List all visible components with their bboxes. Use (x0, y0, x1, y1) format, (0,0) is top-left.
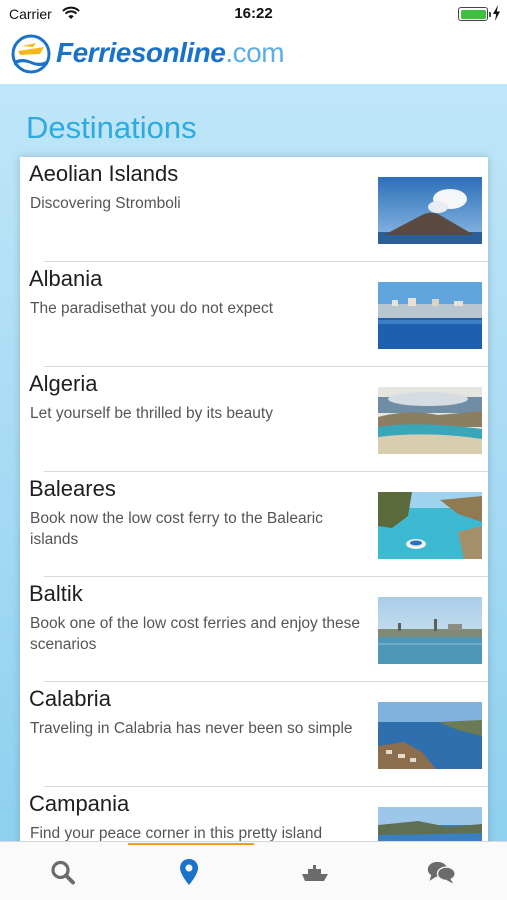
app-header: Ferriesonline.com (0, 28, 507, 84)
logo-bold-text: Ferriesonline (56, 37, 226, 68)
destination-title: Campania (29, 791, 130, 816)
destinations-list: Aeolian Islands Discovering Stromboli Al… (20, 157, 488, 841)
cove-boat-photo (378, 492, 482, 559)
destination-title: Calabria (29, 686, 111, 711)
destination-item-baltik[interactable]: Baltik Book one of the low cost ferries … (20, 577, 488, 682)
tab-chat[interactable] (426, 858, 456, 886)
logo-wordmark: Ferriesonline.com (56, 37, 285, 69)
destination-item-algeria[interactable]: Algeria Let yourself be thrilled by its … (20, 367, 488, 472)
destination-title: Algeria (29, 371, 98, 396)
cliff-coast-photo (378, 702, 482, 769)
charging-bolt-icon (493, 5, 500, 21)
page-title: Destinations (26, 110, 197, 145)
island-coast-photo (378, 807, 482, 841)
destination-title: Aeolian Islands (29, 161, 179, 186)
destination-item-calabria[interactable]: Calabria Traveling in Calabria has never… (20, 682, 488, 787)
destination-item-campania[interactable]: Campania Find your peace corner in this … (20, 787, 488, 841)
destination-item-albania[interactable]: Albania The paradisethat you do not expe… (20, 262, 488, 367)
destination-item-aeolian-islands[interactable]: Aeolian Islands Discovering Stromboli (20, 157, 488, 262)
tab-destinations[interactable] (174, 858, 204, 886)
destination-title: Baleares (29, 476, 116, 501)
clock: 16:22 (234, 5, 273, 22)
destination-description: The paradisethat you do not expect (30, 300, 273, 317)
tab-bar (0, 841, 507, 900)
destination-description: Let yourself be thrilled by its beauty (30, 405, 273, 422)
destination-description: Discovering Stromboli (30, 195, 181, 212)
main-content: Destinations Aeolian Islands Discovering… (0, 84, 507, 841)
location-pin-icon (180, 859, 198, 885)
tab-search[interactable] (48, 858, 78, 886)
volcano-island-photo (378, 177, 482, 244)
battery-icon (458, 7, 491, 21)
destination-description: Book one of the low cost ferries and enj… (30, 615, 361, 653)
destination-title: Baltik (29, 581, 83, 606)
destination-description: Traveling in Calabria has never been so … (30, 720, 353, 737)
destination-description: Book now the low cost ferry to the Balea… (30, 510, 323, 548)
bay-beach-photo (378, 387, 482, 454)
harbor-city-photo (378, 597, 482, 664)
logo-light-text: .com (225, 37, 285, 68)
ferriesonline-logo-icon (11, 34, 51, 74)
chat-bubbles-icon (427, 861, 456, 884)
active-tab-indicator (128, 843, 254, 845)
coastal-town-photo (378, 282, 482, 349)
tab-ferries[interactable] (300, 858, 330, 886)
status-bar: Carrier 16:22 (0, 0, 507, 28)
ship-icon (302, 865, 328, 881)
destination-title: Albania (29, 266, 103, 291)
search-icon (51, 860, 75, 885)
destination-item-baleares[interactable]: Baleares Book now the low cost ferry to … (20, 472, 488, 577)
destination-description: Find your peace corner in this pretty is… (30, 825, 323, 841)
